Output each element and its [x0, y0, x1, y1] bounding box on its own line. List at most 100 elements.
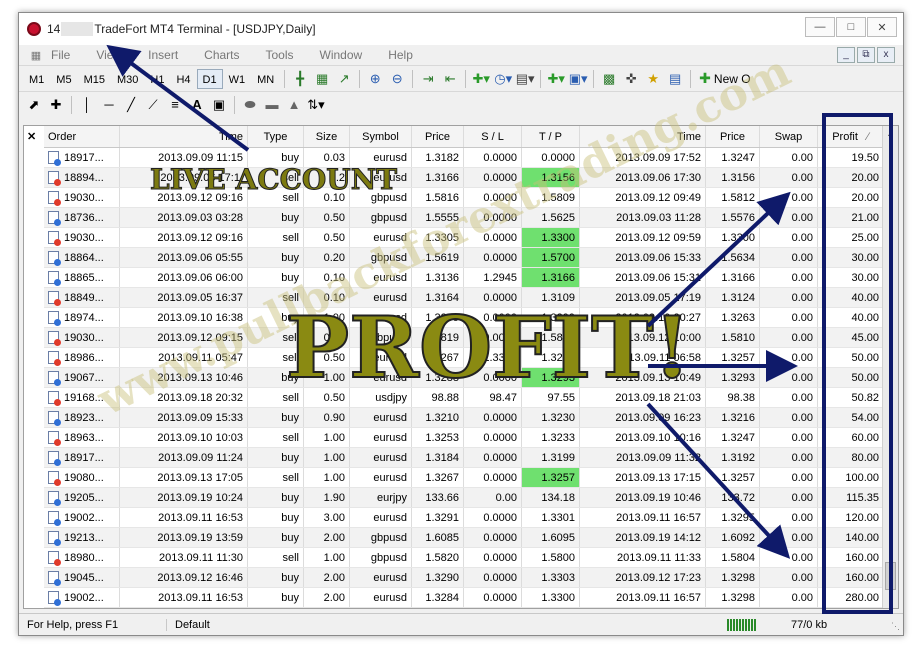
scroll-up-icon[interactable]: ▲: [883, 126, 898, 142]
table-row[interactable]: 19030... 2013.09.12 09:16 sell 0.10 gbpusd 1.…: [44, 188, 884, 208]
chart-menu-icon[interactable]: ▦: [27, 45, 45, 65]
periods-clock-icon[interactable]: ◷▾: [492, 69, 514, 89]
col-header-open-time[interactable]: Time: [120, 126, 248, 147]
timeframe-m5[interactable]: M5: [50, 69, 77, 89]
horizontal-line-icon[interactable]: ─: [98, 95, 120, 115]
table-row[interactable]: 18917... 2013.09.09 11:24 buy 1.00 eurusd 1.3…: [44, 448, 884, 468]
bar-chart-icon[interactable]: ╋: [289, 69, 311, 89]
close-button[interactable]: ✕: [867, 17, 897, 37]
table-row[interactable]: 18849... 2013.09.05 16:37 sell 0.10 eurusd 1.…: [44, 288, 884, 308]
col-header-stop-loss[interactable]: S / L: [464, 126, 522, 147]
arrows-dropdown-icon[interactable]: ⇅▾: [305, 95, 327, 115]
timeframe-h4[interactable]: H4: [170, 69, 196, 89]
ellipse-icon[interactable]: ⬬: [239, 95, 261, 115]
cell-symbol: eurusd: [350, 508, 412, 527]
table-row[interactable]: 19067... 2013.09.13 10:46 buy 1.00 eurusd 1.3…: [44, 368, 884, 388]
crosshair-tool-icon[interactable]: ✚: [45, 95, 67, 115]
table-row[interactable]: 19045... 2013.09.12 16:46 buy 2.00 eurusd 1.3…: [44, 568, 884, 588]
buy-order-icon: [48, 151, 61, 166]
market-watch-icon[interactable]: ▩: [598, 69, 620, 89]
profiles-icon[interactable]: ▣▾: [567, 69, 589, 89]
triangle-icon[interactable]: ▲: [283, 95, 305, 115]
table-row[interactable]: 19213... 2013.09.19 13:59 buy 2.00 gbpusd 1.6…: [44, 528, 884, 548]
cell-symbol: eurusd: [350, 568, 412, 587]
panel-close-icon[interactable]: ✕: [27, 130, 36, 143]
fibonacci-icon[interactable]: ≡: [164, 95, 186, 115]
table-row[interactable]: 18894... 2013.09.06 17:1. sell 0.2 eurusd 1.3…: [44, 168, 884, 188]
crosshair-icon[interactable]: ✜: [620, 69, 642, 89]
table-row[interactable]: 19002... 2013.09.11 16:53 buy 3.00 eurusd 1.3…: [44, 508, 884, 528]
timeframe-m1[interactable]: M1: [23, 69, 50, 89]
title-bar[interactable]: 14 TradeFort MT4 Terminal - [USDJPY,Dail…: [19, 13, 903, 45]
table-row[interactable]: 18865... 2013.09.06 06:00 buy 0.10 eurusd 1.3…: [44, 268, 884, 288]
vertical-line-icon[interactable]: │: [76, 95, 98, 115]
line-chart-icon[interactable]: ↗: [333, 69, 355, 89]
resize-grip-icon[interactable]: ⋱: [891, 621, 900, 632]
menu-help[interactable]: Help: [388, 48, 413, 62]
col-header-take-profit[interactable]: T / P: [522, 126, 580, 147]
auto-scroll-icon[interactable]: ⇥: [417, 69, 439, 89]
candlestick-chart-icon[interactable]: ▦: [311, 69, 333, 89]
favorites-star-icon[interactable]: ★: [642, 69, 664, 89]
mdi-restore-button[interactable]: ⧉: [857, 47, 875, 63]
maximize-button[interactable]: □: [836, 17, 866, 37]
zoom-out-icon[interactable]: ⊖: [386, 69, 408, 89]
col-header-swap[interactable]: Swap: [760, 126, 818, 147]
menu-insert[interactable]: Insert: [148, 48, 178, 62]
col-header-type[interactable]: Type: [248, 126, 304, 147]
menu-file[interactable]: File: [51, 48, 70, 62]
table-row[interactable]: 18980... 2013.09.11 11:30 sell 1.00 gbpusd 1.…: [44, 548, 884, 568]
templates-icon[interactable]: ▤▾: [514, 69, 536, 89]
table-row[interactable]: 19002... 2013.09.11 16:53 buy 2.00 eurusd 1.3…: [44, 588, 884, 608]
trend-line-icon[interactable]: ╱: [120, 95, 142, 115]
col-header-close-price[interactable]: Price: [706, 126, 760, 147]
menu-window[interactable]: Window: [320, 48, 363, 62]
table-row[interactable]: 19168... 2013.09.18 20:32 sell 0.50 usdjpy 98…: [44, 388, 884, 408]
table-row[interactable]: 18917... 2013.09.09 11:15 buy 0.03 eurusd 1.3…: [44, 148, 884, 168]
zoom-in-icon[interactable]: ⊕: [364, 69, 386, 89]
table-row[interactable]: 19030... 2013.09.12 09:15 sell 0.50 gbpusd 1.…: [44, 328, 884, 348]
mdi-minimize-button[interactable]: _: [837, 47, 855, 63]
table-scrollbar[interactable]: ▲: [882, 126, 898, 608]
timeframe-m15[interactable]: M15: [78, 69, 111, 89]
mdi-close-button[interactable]: x: [877, 47, 895, 63]
chart-shift-icon[interactable]: ⇤: [439, 69, 461, 89]
table-row[interactable]: 18923... 2013.09.09 15:33 buy 0.90 eurusd 1.3…: [44, 408, 884, 428]
table-row[interactable]: 18986... 2013.09.11 05:47 sell 0.50 eurusd 1.…: [44, 348, 884, 368]
table-row[interactable]: 18963... 2013.09.10 10:03 sell 1.00 eurusd 1.…: [44, 428, 884, 448]
table-row[interactable]: 19205... 2013.09.19 10:24 buy 1.90 eurjpy 133…: [44, 488, 884, 508]
col-header-open-price[interactable]: Price: [412, 126, 464, 147]
col-header-profit[interactable]: Profit ∕: [818, 126, 884, 147]
text-tool-icon[interactable]: A: [186, 95, 208, 115]
timeframe-h1[interactable]: H1: [144, 69, 170, 89]
timeframe-d1[interactable]: D1: [196, 68, 223, 89]
new-chart-icon[interactable]: ✚▾: [545, 69, 567, 89]
col-header-size[interactable]: Size: [304, 126, 350, 147]
text-label-icon[interactable]: ▣: [208, 95, 230, 115]
scrollbar-thumb[interactable]: [885, 562, 896, 590]
timeframe-m30[interactable]: M30: [111, 69, 144, 89]
table-row[interactable]: 18974... 2013.09.10 16:38 buy 1.00 eurusd 1.3…: [44, 308, 884, 328]
table-row[interactable]: 18736... 2013.09.03 03:28 buy 0.50 gbpusd 1.5…: [44, 208, 884, 228]
timeframe-w1[interactable]: W1: [223, 69, 252, 89]
new-order-button[interactable]: ✚ New O: [699, 70, 750, 87]
menu-charts[interactable]: Charts: [204, 48, 239, 62]
cell-symbol: eurusd: [350, 368, 412, 387]
timeframe-mn[interactable]: MN: [251, 69, 280, 89]
table-row[interactable]: 19030... 2013.09.12 09:16 sell 0.50 eurusd 1.…: [44, 228, 884, 248]
channel-icon[interactable]: ⟋: [142, 95, 164, 115]
rectangle-icon[interactable]: ▬: [261, 95, 283, 115]
table-row[interactable]: 19080... 2013.09.13 17:05 sell 1.00 eurusd 1.…: [44, 468, 884, 488]
table-row[interactable]: 18864... 2013.09.06 05:55 buy 0.20 gbpusd 1.5…: [44, 248, 884, 268]
minimize-button[interactable]: —: [805, 17, 835, 37]
terminal-panel-icon[interactable]: ▤: [664, 69, 686, 89]
col-header-order[interactable]: Order: [44, 126, 120, 147]
col-header-close-time[interactable]: Time: [580, 126, 706, 147]
indicators-icon[interactable]: ✚▾: [470, 69, 492, 89]
cell-open-time: 2013.09.12 09:15: [120, 328, 248, 347]
cursor-arrow-icon[interactable]: ⬈: [23, 95, 45, 115]
order-id: 19030...: [64, 191, 104, 204]
menu-tools[interactable]: Tools: [266, 48, 294, 62]
menu-view[interactable]: View: [96, 48, 122, 62]
col-header-symbol[interactable]: Symbol: [350, 126, 412, 147]
